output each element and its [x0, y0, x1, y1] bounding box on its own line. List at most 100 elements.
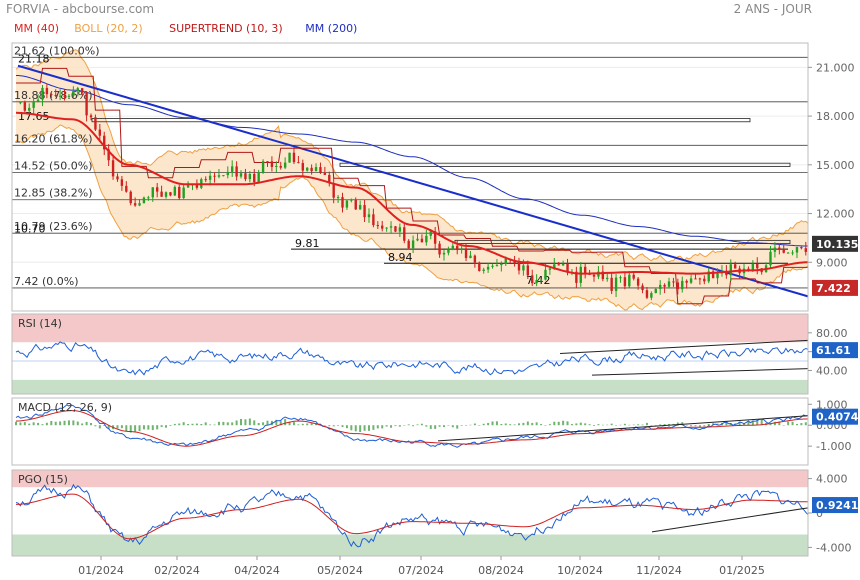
price-candle-96	[226, 171, 229, 176]
price-candle-134	[310, 167, 313, 172]
macd-histogram-bar-34	[90, 423, 93, 426]
price-candle-172	[394, 226, 397, 232]
price-candle-26	[72, 91, 75, 96]
macd-histogram-bar-152	[350, 425, 353, 431]
price-candle-32	[85, 92, 88, 116]
macd-histogram-bar-216	[491, 421, 494, 426]
legend-item-2: SUPERTREND (10, 3)	[169, 22, 283, 35]
price-candle-2	[19, 102, 22, 104]
pgo-upper-zone	[12, 470, 808, 488]
price-candle-262	[592, 274, 596, 277]
macd-histogram-bar-268	[606, 424, 609, 426]
price-candle-358	[804, 248, 807, 252]
macd-title: MACD (12, 26, 9)	[18, 401, 112, 414]
macd-histogram-bar-348	[782, 425, 785, 426]
macd-histogram-bar-172	[394, 425, 397, 427]
price-candle-280	[632, 274, 635, 279]
macd-histogram-bar-252	[570, 424, 573, 426]
macd-histogram-bar-62	[151, 425, 154, 431]
price-candle-158	[363, 205, 366, 218]
macd-histogram-bar-12	[41, 424, 44, 426]
x-axis: 01/2024 02/2024 04/2024 05/2024 07/2024 08/20…	[78, 556, 765, 577]
price-y-tick-label-3: 12.000	[816, 208, 855, 221]
macd-histogram-bar-82	[195, 423, 198, 426]
macd-histogram-bar-192	[438, 425, 441, 427]
price-candle-346	[778, 247, 781, 250]
macd-histogram-bar-248	[562, 420, 565, 426]
macd-histogram-bar-86	[204, 422, 207, 426]
price-candle-36	[94, 117, 97, 130]
price-candle-194	[442, 252, 446, 255]
price-candle-216	[491, 265, 494, 267]
macd-histogram-bar-160	[367, 425, 370, 431]
price-candle-188	[429, 231, 432, 236]
price-candle-24	[67, 95, 71, 97]
price-candle-196	[447, 249, 450, 253]
price-candle-170	[389, 226, 393, 228]
macd-histogram-bar-50	[125, 425, 128, 432]
macd-histogram-bar-24	[67, 420, 70, 426]
macd-histogram-bar-238	[540, 424, 543, 426]
price-candle-162	[372, 214, 375, 226]
price-candle-18	[54, 94, 57, 97]
macd-histogram-bar-274	[619, 424, 622, 426]
x-tick-label-7: 11/2024	[636, 564, 682, 577]
price-candle-28	[76, 88, 79, 92]
price-candle-200	[456, 245, 459, 251]
macd-histogram-bar-200	[456, 425, 459, 429]
price-candle-222	[504, 258, 507, 264]
price-candle-70	[169, 192, 172, 196]
price-candle-124	[288, 152, 291, 163]
level-label-4: 8.94	[388, 251, 413, 264]
price-candle-214	[486, 266, 490, 270]
price-candle-238	[539, 279, 543, 281]
macd-histogram-bar-4	[23, 422, 26, 426]
macd-histogram-bar-36	[94, 425, 97, 427]
macd-histogram-bar-206	[469, 424, 472, 426]
price-candle-66	[160, 191, 163, 197]
macd-histogram-bar-144	[332, 425, 335, 427]
macd-histogram-bar-174	[398, 425, 401, 427]
price-candle-270	[610, 277, 613, 291]
price-candle-310	[698, 278, 702, 280]
macd-histogram-bar-78	[187, 423, 190, 426]
price-candle-184	[420, 238, 424, 243]
price-candle-182	[416, 238, 419, 241]
macd-histogram-bar-28	[76, 421, 79, 426]
macd-value-tag: 0.4074	[816, 411, 859, 424]
x-tick-label-3: 05/2024	[317, 564, 363, 577]
price-candle-218	[495, 265, 499, 267]
price-candle-30	[80, 88, 84, 93]
macd-histogram-bar-158	[363, 425, 366, 431]
macd-histogram-bar-22	[63, 420, 66, 426]
macd-histogram-bar-198	[451, 425, 454, 428]
macd-histogram-bar-350	[787, 421, 790, 426]
price-candle-326	[733, 264, 737, 269]
macd-histogram-bar-16	[50, 420, 53, 426]
macd-histogram-bar-240	[544, 425, 547, 426]
x-tick-label-8: 01/2025	[719, 564, 765, 577]
price-candle-186	[425, 235, 428, 243]
x-tick-label-0: 01/2024	[78, 564, 124, 577]
price-candle-12	[41, 87, 44, 100]
price-candle-294	[663, 284, 666, 287]
macd-histogram-bar-184	[420, 423, 423, 426]
price-candle-74	[178, 186, 181, 199]
price-candle-176	[403, 227, 406, 241]
price-candle-334	[751, 263, 755, 271]
macd-histogram-bar-98	[231, 422, 234, 426]
fib-label-2: 16.20 (61.8%)	[14, 132, 93, 145]
price-candle-282	[636, 278, 640, 286]
rsi-y-tick-label-2: 40.00	[816, 364, 848, 377]
macd-histogram-bar-132	[306, 423, 309, 426]
x-tick-label-5: 08/2024	[478, 564, 524, 577]
macd-histogram-bar-276	[623, 423, 626, 426]
price-candle-16	[50, 94, 53, 96]
price-candle-202	[460, 248, 463, 251]
rsi-overbought-zone	[12, 314, 808, 343]
price-candle-208	[473, 255, 477, 263]
price-candle-140	[323, 172, 327, 175]
price-candle-210	[478, 262, 481, 271]
rsi-y-tick-label-0: 80.00	[816, 327, 848, 340]
macd-histogram-bar-256	[579, 422, 582, 426]
